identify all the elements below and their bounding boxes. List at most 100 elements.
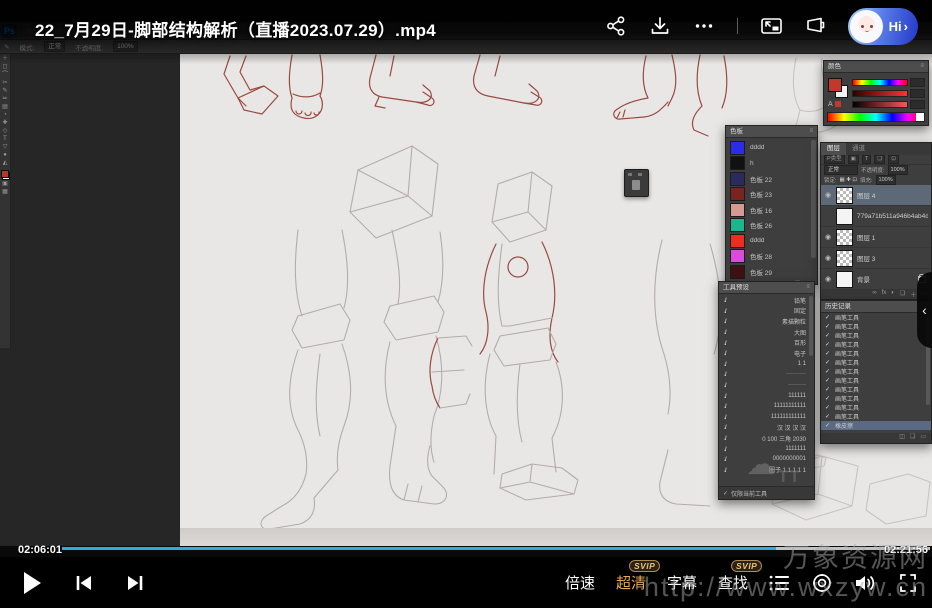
history-state-row: ✓ 画笔工具: [821, 358, 931, 367]
history-state-label: 画笔工具: [835, 322, 859, 331]
swatch-label: 色板 22: [750, 174, 772, 184]
record-target-icon: [811, 572, 833, 594]
volume-button[interactable]: [854, 573, 877, 593]
tool-preset-label: 百形: [794, 338, 806, 347]
tool-preset-label: 固定: [794, 306, 806, 315]
brush-preset-icon: ✓: [722, 316, 732, 326]
swatches-panel-title: 色板: [730, 126, 743, 137]
play-button[interactable]: [22, 571, 42, 595]
layers-filter-row: P类型▣T❑⊡: [821, 155, 931, 165]
history-state-row: ✓ 画笔工具: [821, 367, 931, 376]
tool-preset-label: 11111111111: [774, 403, 806, 409]
more-button[interactable]: [693, 15, 715, 37]
playback-speed-button[interactable]: 倍速: [565, 572, 595, 593]
brush-preset-icon: ✓: [722, 412, 732, 422]
fullscreen-button[interactable]: [898, 573, 918, 593]
volume-icon: [854, 573, 877, 593]
history-state-icon: ✓: [825, 413, 831, 420]
brush-preset-icon: ✓: [722, 306, 732, 316]
tool-preset-label: ·········: [788, 382, 806, 388]
playlist-drawer-toggle[interactable]: ‹: [917, 272, 932, 348]
swatch-row: 色板 29: [730, 264, 809, 280]
current-time: 02:06:01: [18, 544, 62, 556]
tool-preset-row: ✓ 111111111111: [719, 412, 814, 423]
ps-history-panel: 历史记录≡ ✓ 画笔工具 ✓ 画笔工具 ✓ 画笔工具 ✓ 画笔工具: [820, 300, 932, 444]
brush-preset-icon: ✓: [722, 348, 732, 358]
video-frame[interactable]: Ps ✎ 模式: 正常 不透明度: 100% ＋◻⌒✂✎✏▤◔ ✚◇T▽●◭ ▣…: [0, 0, 932, 557]
foreground-color-swatch: [1, 170, 10, 180]
tool-presets-title: 工具预设: [723, 282, 749, 293]
brush-preset-icon: ✓: [722, 359, 732, 369]
history-state-icon: ✓: [825, 323, 831, 330]
history-state-label: 画笔工具: [835, 394, 859, 403]
tool-preset-row: ✓ 0 100 三角 2030: [719, 433, 814, 444]
swatches-scrollbar: [811, 140, 816, 258]
history-state-label: 画笔工具: [835, 313, 859, 322]
ps-swatches-panel: 色板≡ dddd h 色板 22 色板 23: [725, 125, 818, 285]
tool-preset-row: ✓ 百形: [719, 337, 814, 348]
opacity-value: 100%: [888, 165, 908, 175]
brush-preset-icon: ✓: [722, 337, 732, 347]
tool-preset-row: ✓ 铅笔: [719, 295, 814, 306]
tool-presets-scrollbar: [809, 296, 813, 356]
channels-tab: 通道: [846, 143, 871, 155]
tool-preset-row: ✓ 大图: [719, 327, 814, 338]
layer-thumbnail: [836, 229, 853, 246]
history-state-icon: ✓: [825, 386, 831, 393]
saturation-slider: [852, 90, 908, 97]
history-state-row: ✓ 画笔工具: [821, 322, 931, 331]
brush-preset-icon: ✓: [722, 327, 732, 337]
account-button[interactable]: Hi ›: [848, 8, 918, 45]
top-overlay: 22_7月29日-脚部结构解析（直播2023.07.29）.mp4 Hi: [0, 0, 932, 64]
video-title: 22_7月29日-脚部结构解析（直播2023.07.29）.mp4: [35, 16, 436, 41]
picture-in-picture-button[interactable]: [760, 15, 782, 37]
previous-icon: [75, 574, 93, 592]
swatch-list: dddd h 色板 22 色板 23 色板 16: [726, 138, 817, 280]
seek-bar[interactable]: [62, 547, 930, 550]
more-icon: [693, 15, 715, 37]
history-state-icon: ✓: [825, 422, 831, 429]
tool-preset-label: 素描颗粒: [782, 317, 806, 326]
history-state-icon: ✓: [825, 368, 831, 375]
opacity-label: 不透明度:: [861, 166, 885, 174]
swatch-color-chip: [730, 234, 745, 248]
tool-preset-row: ✓ 电子: [719, 348, 814, 359]
swatch-row: dddd: [730, 140, 809, 156]
playlist-button[interactable]: [769, 574, 790, 592]
swatch-label: 色板 26: [750, 220, 772, 230]
history-state-row: ✓ 画笔工具: [821, 340, 931, 349]
record-button[interactable]: [811, 572, 833, 594]
swatch-row: 色板 23: [730, 187, 809, 203]
subtitles-button[interactable]: 字幕: [667, 572, 697, 593]
tool-preset-row: ✓ ··········: [719, 369, 814, 380]
tool-preset-label: 铅笔: [794, 296, 806, 305]
cast-screen-button[interactable]: [804, 15, 826, 37]
tool-preset-label: 电子: [794, 349, 806, 358]
tool-preset-label: 大图: [794, 328, 806, 337]
next-button[interactable]: [126, 574, 144, 592]
swatch-row: 色板 16: [730, 202, 809, 218]
download-button[interactable]: [649, 15, 671, 37]
history-state-row: ✓ 画笔工具: [821, 403, 931, 412]
chevron-right-icon: ›: [904, 19, 908, 34]
next-icon: [126, 574, 144, 592]
seek-bar-fill: [62, 547, 776, 550]
brush-preset-icon: ✓: [722, 369, 732, 379]
share-button[interactable]: [605, 15, 627, 37]
tool-preset-label: 111111: [788, 393, 806, 399]
brush-preset-icon: ✓: [722, 422, 732, 432]
history-state-icon: ✓: [825, 341, 831, 348]
brush-preset-icon: ✓: [722, 295, 732, 305]
fill-value: 100%: [876, 175, 896, 185]
tool-preset-row: ✓ ·········: [719, 380, 814, 391]
history-state-icon: ✓: [825, 314, 831, 321]
hue-slider: [852, 79, 908, 86]
history-state-row: ✓ 画笔工具: [821, 385, 931, 394]
previous-button[interactable]: [75, 574, 93, 592]
quality-button[interactable]: 超清 SVIP: [616, 572, 646, 593]
layer-visibility-icon: ◉: [824, 275, 832, 283]
video-player: Ps ✎ 模式: 正常 不透明度: 100% ＋◻⌒✂✎✏▤◔ ✚◇T▽●◭ ▣…: [0, 0, 932, 608]
cloud-icon: ☁: [746, 450, 776, 480]
find-button[interactable]: 查找 SVIP: [718, 572, 748, 593]
tool-preset-label: 汉 汉 汉 汉: [777, 423, 806, 432]
